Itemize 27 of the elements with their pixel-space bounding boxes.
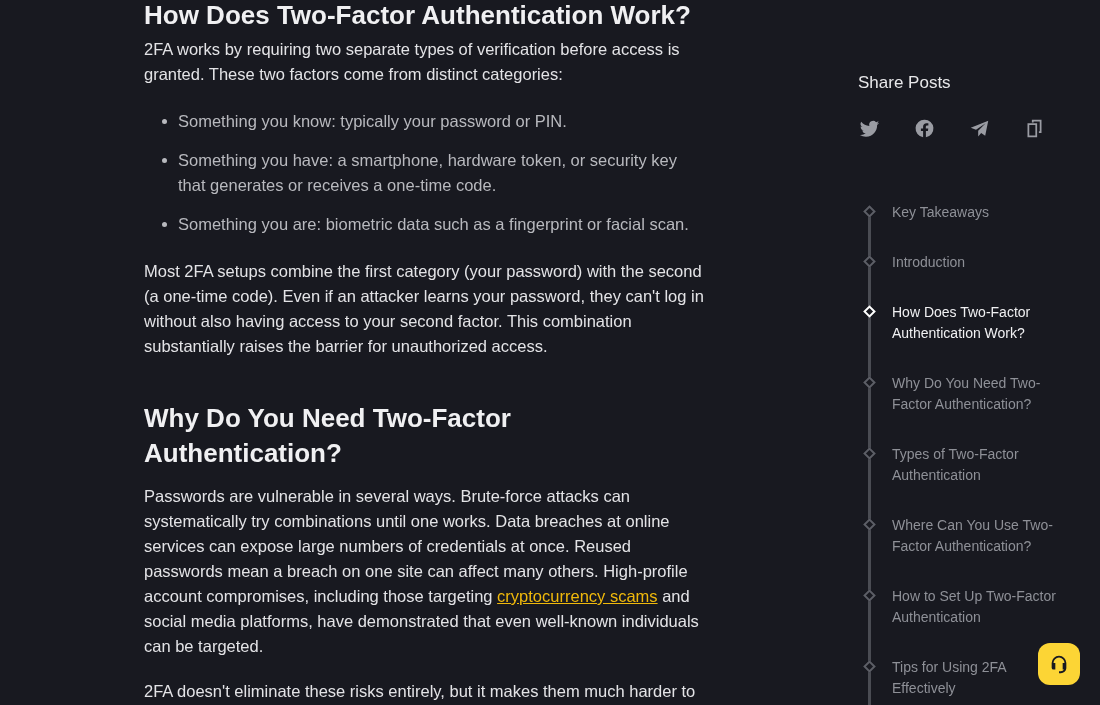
toc-link[interactable]: Introduction bbox=[892, 251, 967, 273]
list-item-text: Something you have: a smartphone, hardware token, or security key that generates or receives a one-time code. bbox=[178, 150, 678, 196]
list-item-text: Something you are: biometric data such as a fingerprint or facial scan. bbox=[178, 214, 690, 235]
section-heading: Why Do You Need Two-Factor Authentication? bbox=[144, 402, 512, 470]
toc-link[interactable]: Types of Two-Factor Authentication bbox=[892, 443, 1020, 486]
text-link[interactable]: cryptocurrency scams bbox=[497, 587, 658, 605]
toc-link[interactable]: Where Can You Use Two-Factor Authentication? bbox=[892, 514, 1054, 557]
twitter-bird-icon bbox=[858, 118, 880, 139]
toc-link[interactable]: How Does Two-Factor Authentication Work? bbox=[892, 301, 1032, 344]
list-item-text: Something you know: typically your password or PIN. bbox=[178, 111, 568, 132]
share-title: Share Posts bbox=[858, 72, 952, 94]
paper-plane-icon bbox=[968, 118, 990, 139]
bullet-icon bbox=[162, 158, 167, 163]
paragraph: 2FA doesn't eliminate these risks entirely, but it makes them much harder to bbox=[144, 681, 697, 702]
share-button[interactable] bbox=[913, 117, 935, 140]
toc-link[interactable]: Why Do You Need Two-Factor Authentication? bbox=[892, 372, 1042, 415]
toc-link[interactable]: Key Takeaways bbox=[892, 201, 991, 223]
toc-link[interactable]: How to Set Up Two-Factor Authentication bbox=[892, 585, 1057, 628]
bullet-icon bbox=[162, 222, 167, 227]
paragraph: Passwords are vulnerable in several ways. Brute-force attacks can systematically try combinations until one works. Data breaches at online services can expose large numbers of credentials at once. Reused passwords mean a breach on one site can affect many others. High-profile account compromises, including those targeting cryptocurrency scams and social media platforms, have demonstrated that even well-known individuals can be targeted. bbox=[144, 486, 700, 657]
facebook-icon bbox=[913, 118, 935, 139]
support-button[interactable] bbox=[1038, 643, 1080, 685]
section-heading: How Does Two-Factor Authentication Work? bbox=[144, 0, 692, 32]
bullet-icon bbox=[162, 119, 167, 124]
paragraph: 2FA works by requiring two separate types of verification before access is granted. These two factors come from distinct categories: bbox=[144, 39, 681, 85]
toc-link[interactable]: Tips for Using 2FA Effectively bbox=[892, 656, 1007, 699]
paragraph: Most 2FA setups combine the first category (your password) with the second (a one-time code). Even if an attacker learns your password, they can't log in without also having access to your second factor. This combination substantially raises the barrier for unauthorized access. bbox=[144, 261, 705, 357]
